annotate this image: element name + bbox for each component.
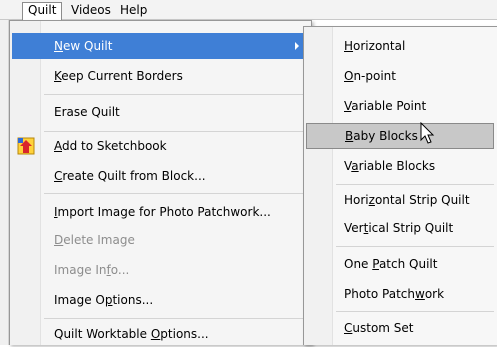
- mnemonic-letter: H: [344, 39, 354, 53]
- submenu-arrow-icon: [295, 42, 299, 50]
- submenu-item-custom-set[interactable]: Custom Set: [306, 315, 494, 341]
- menu-item-label: Photo Patchwork: [344, 287, 445, 301]
- menu-quilt[interactable]: Quilt: [22, 2, 63, 20]
- menu-item-label: Delete Image: [54, 233, 135, 247]
- mnemonic-letter: K: [54, 69, 62, 83]
- menu-item-add-to-sketchbook[interactable]: Add to Sketchbook: [12, 133, 309, 159]
- menu-item-label: Image Options...: [54, 293, 154, 307]
- submenu-item-photo-patchwork[interactable]: Photo Patchwork: [306, 281, 494, 307]
- mnemonic-letter: w: [415, 287, 425, 301]
- mnemonic-letter: A: [54, 139, 62, 153]
- menu-item-label: New Quilt: [54, 39, 113, 53]
- mnemonic-letter: t: [363, 221, 369, 235]
- submenu-item-variable-blocks[interactable]: Variable Blocks: [306, 153, 494, 179]
- menu-item-label: Variable Point: [344, 99, 427, 113]
- mnemonic-letter: B: [345, 129, 354, 143]
- menu-item-label: Horizontal Strip Quilt: [344, 193, 470, 207]
- mouse-pointer-icon: [420, 122, 435, 144]
- mnemonic-letter: N: [54, 39, 63, 53]
- menu-item-quilt-worktable-options[interactable]: Quilt Worktable Options...: [12, 321, 309, 347]
- submenu-item-variable-point[interactable]: Variable Point: [306, 93, 494, 119]
- menu-item-label: Erase Quilt: [54, 105, 120, 119]
- mnemonic-letter: C: [344, 321, 353, 335]
- quilt-menu: New Quilt Keep Current Borders Erase Qui…: [9, 20, 312, 345]
- menu-item-label: Vertical Strip Quilt: [344, 221, 454, 235]
- menu-item-image-options[interactable]: Image Options...: [12, 287, 309, 313]
- menu-item-label: One Patch Quilt: [344, 257, 438, 271]
- mnemonic-letter: p: [104, 293, 113, 307]
- sketchbook-icon: [17, 137, 35, 155]
- mnemonic-letter: P: [372, 257, 379, 271]
- menu-separator: [336, 246, 494, 247]
- submenu-item-horizontal-strip-quilt[interactable]: Horizontal Strip Quilt: [306, 187, 494, 213]
- submenu-item-on-point[interactable]: On-point: [306, 63, 494, 89]
- mnemonic-letter: V: [344, 99, 352, 113]
- menu-item-create-quilt-from-block[interactable]: Create Quilt from Block...: [12, 163, 309, 189]
- mnemonic-letter: C: [54, 169, 63, 183]
- menu-item-keep-current-borders[interactable]: Keep Current Borders: [12, 63, 309, 89]
- menu-separator: [44, 131, 309, 132]
- menu-item-label: On-point: [344, 69, 396, 83]
- menu-item-label: Import Image for Photo Patchwork...: [54, 205, 271, 219]
- submenu-item-vertical-strip-quilt[interactable]: Vertical Strip Quilt: [306, 215, 494, 241]
- submenu-item-baby-blocks[interactable]: Baby Blocks: [306, 122, 494, 149]
- menu-separator: [336, 184, 494, 185]
- menu-separator: [44, 318, 309, 319]
- menu-item-image-info: Image Info...: [12, 257, 309, 283]
- menu-item-erase-quilt[interactable]: Erase Quilt: [12, 99, 309, 125]
- menu-videos[interactable]: Videos: [66, 2, 116, 20]
- menu-item-label: Custom Set: [344, 321, 414, 335]
- menu-item-label: Baby Blocks: [345, 129, 418, 143]
- menu-separator: [44, 94, 309, 95]
- menu-separator: [44, 193, 309, 194]
- mnemonic-letter: O: [344, 69, 354, 83]
- menu-item-label: Variable Blocks: [344, 159, 436, 173]
- menu-separator: [336, 311, 494, 312]
- menu-item-label: Horizontal: [344, 39, 406, 53]
- submenu-item-horizontal[interactable]: Horizontal: [306, 33, 494, 59]
- mnemonic-letter: O: [150, 327, 161, 341]
- menu-item-label: Keep Current Borders: [54, 69, 183, 83]
- menu-help[interactable]: Help: [115, 2, 152, 20]
- menu-item-label: Create Quilt from Block...: [54, 169, 206, 183]
- window-left-edge: [0, 20, 9, 345]
- menu-item-new-quilt[interactable]: New Quilt: [12, 33, 309, 59]
- menu-bar: Quilt Videos Help: [0, 0, 497, 20]
- menu-item-import-image[interactable]: Import Image for Photo Patchwork...: [12, 199, 309, 225]
- submenu-item-one-patch-quilt[interactable]: One Patch Quilt: [306, 251, 494, 277]
- mnemonic-letter: D: [54, 233, 64, 247]
- new-quilt-submenu: Horizontal On-point Variable Point Baby …: [303, 26, 497, 345]
- mnemonic-letter: f: [106, 263, 111, 277]
- menu-item-label: Image Info...: [54, 263, 130, 277]
- menu-item-label: Add to Sketchbook: [54, 139, 167, 153]
- menu-item-delete-image: Delete Image: [12, 227, 309, 253]
- mnemonic-letter: a: [351, 159, 359, 173]
- menu-item-label: Quilt Worktable Options...: [54, 327, 209, 341]
- mnemonic-letter: I: [54, 205, 58, 219]
- mnemonic-letter: z: [368, 193, 375, 207]
